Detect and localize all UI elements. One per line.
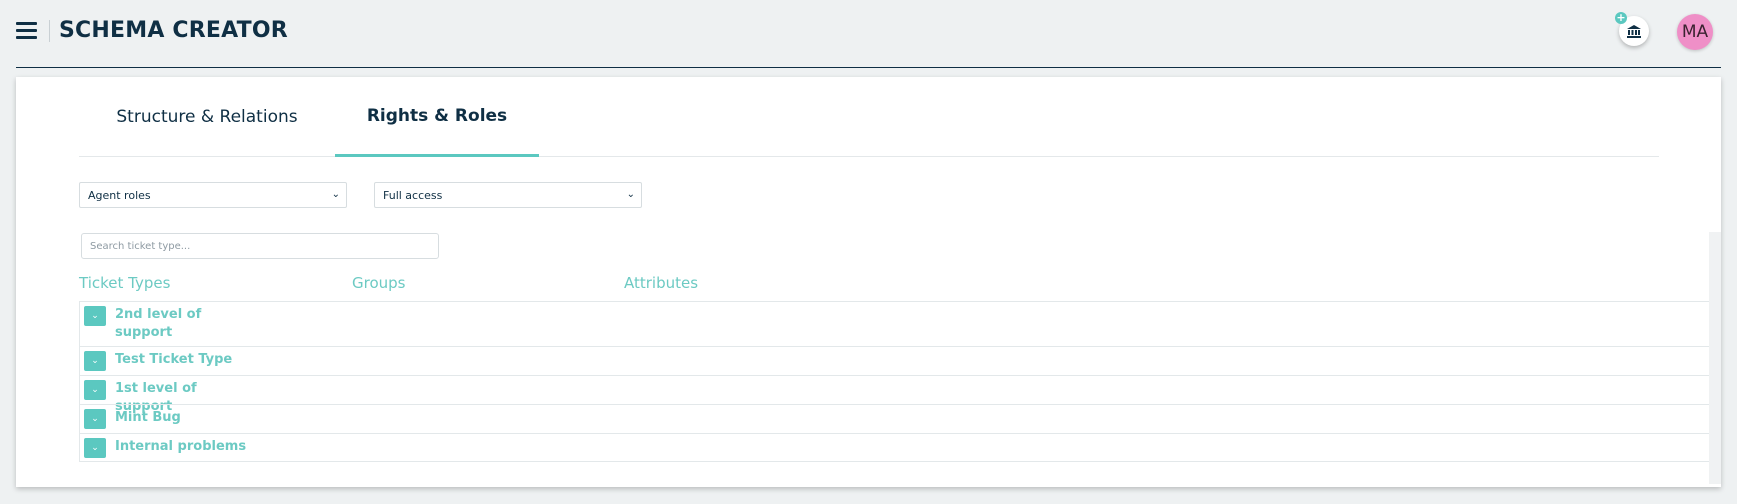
- avatar[interactable]: MA: [1677, 14, 1713, 50]
- chevron-down-icon: ⌄: [91, 311, 99, 321]
- scrollbar[interactable]: [1709, 232, 1721, 484]
- ticket-type-label[interactable]: Internal problems: [115, 438, 255, 456]
- list-item: ⌄ Test Ticket Type: [79, 346, 1709, 375]
- ticket-type-label[interactable]: Test Ticket Type: [115, 351, 255, 369]
- tab-bar: Structure & Relations Rights & Roles: [79, 77, 1659, 157]
- list-item: ⌄ Mint Bug: [79, 404, 1709, 433]
- list-item: ⌄ 2nd level of support: [79, 301, 1709, 346]
- role-select[interactable]: Agent roles ⌄: [79, 182, 347, 208]
- ticket-type-label[interactable]: 2nd level of support: [115, 306, 255, 342]
- top-bar: SCHEMA CREATOR + MA: [16, 0, 1721, 68]
- list-item: ⌄ Internal problems: [79, 433, 1709, 462]
- chevron-down-icon: ⌄: [331, 189, 340, 200]
- column-header-groups: Groups: [352, 274, 406, 292]
- ticket-type-list: ⌄ 2nd level of support ⌄ Test Ticket Typ…: [79, 301, 1709, 462]
- expand-button[interactable]: ⌄: [84, 380, 106, 400]
- chevron-down-icon: ⌄: [91, 443, 99, 453]
- tab-structure-relations[interactable]: Structure & Relations: [79, 77, 335, 157]
- header-divider: [49, 20, 50, 42]
- column-header-attributes: Attributes: [624, 274, 699, 292]
- app-title: SCHEMA CREATOR: [59, 18, 288, 43]
- role-select-value: Agent roles: [88, 188, 151, 202]
- list-item: ⌄ 1st level of support: [79, 375, 1709, 414]
- bank-icon: [1627, 24, 1641, 38]
- expand-button[interactable]: ⌄: [84, 438, 106, 458]
- expand-button[interactable]: ⌄: [84, 351, 106, 371]
- chevron-down-icon: ⌄: [91, 414, 99, 424]
- access-select-value: Full access: [383, 188, 443, 202]
- expand-button[interactable]: ⌄: [84, 306, 106, 326]
- chevron-down-icon: ⌄: [91, 385, 99, 395]
- expand-button[interactable]: ⌄: [84, 409, 106, 429]
- menu-icon[interactable]: [16, 22, 37, 40]
- chevron-down-icon: ⌄: [91, 356, 99, 366]
- search-input[interactable]: [81, 233, 439, 259]
- column-header-ticket-types: Ticket Types: [79, 274, 171, 292]
- main-card: Structure & Relations Rights & Roles Age…: [16, 77, 1721, 487]
- ticket-type-label[interactable]: Mint Bug: [115, 409, 255, 427]
- tab-rights-roles[interactable]: Rights & Roles: [335, 77, 539, 157]
- chevron-down-icon: ⌄: [626, 189, 635, 200]
- plus-badge: +: [1615, 11, 1627, 24]
- access-select[interactable]: Full access ⌄: [374, 182, 642, 208]
- add-bank-button[interactable]: +: [1615, 12, 1649, 46]
